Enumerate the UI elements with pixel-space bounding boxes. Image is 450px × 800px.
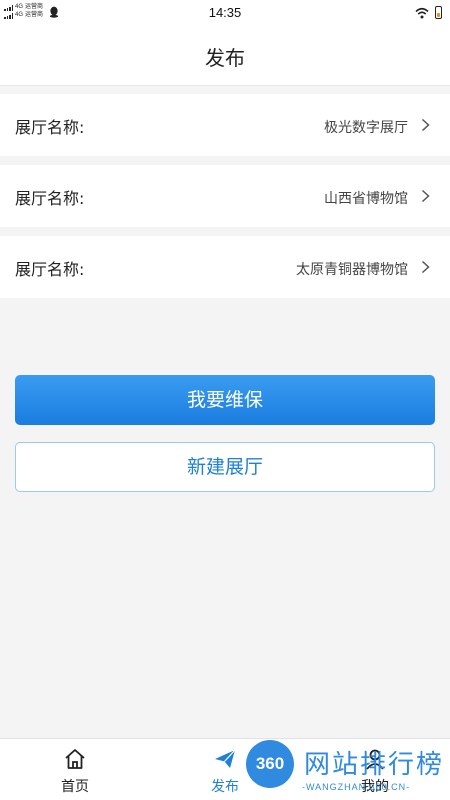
wifi-icon — [415, 7, 429, 18]
tab-home[interactable]: 首页 — [35, 739, 115, 800]
chevron-right-icon — [421, 118, 430, 132]
chevron-right-icon — [421, 260, 430, 274]
hall-name-label: 展厅名称: — [15, 260, 85, 279]
hall-name-label: 展厅名称: — [15, 189, 85, 208]
hall-name-label: 展厅名称: — [15, 118, 85, 137]
status-bar: 4G 运营商 4G 运营商 14:35 — [0, 0, 450, 26]
status-right — [415, 6, 442, 19]
status-time: 14:35 — [208, 5, 242, 20]
paper-plane-icon — [215, 749, 236, 768]
hall-row-3[interactable]: 展厅名称: 太原青铜器博物馆 — [0, 236, 450, 298]
watermark: 360 网站排行榜 -WANGZHAN.360.CN- — [246, 740, 450, 800]
hall-name-value: 太原青铜器博物馆 — [296, 262, 408, 278]
watermark-title: 网站排行榜 — [304, 750, 445, 780]
maintenance-button[interactable]: 我要维保 — [15, 375, 435, 425]
hall-row-2[interactable]: 展厅名称: 山西省博物馆 — [0, 165, 450, 227]
hall-row-1[interactable]: 展厅名称: 极光数字展厅 — [0, 94, 450, 156]
nav-bar: 发布 — [0, 26, 450, 86]
hall-name-value: 极光数字展厅 — [324, 120, 408, 136]
new-hall-button[interactable]: 新建展厅 — [15, 442, 435, 492]
hall-name-value: 山西省博物馆 — [324, 191, 408, 207]
home-icon — [65, 749, 85, 769]
chevron-right-icon — [421, 189, 430, 203]
watermark-badge: 360 — [246, 740, 294, 788]
tab-home-label: 首页 — [61, 779, 89, 795]
page-title: 发布 — [205, 46, 245, 70]
watermark-url: -WANGZHAN.360.CN- — [302, 782, 411, 792]
battery-icon — [435, 6, 442, 19]
